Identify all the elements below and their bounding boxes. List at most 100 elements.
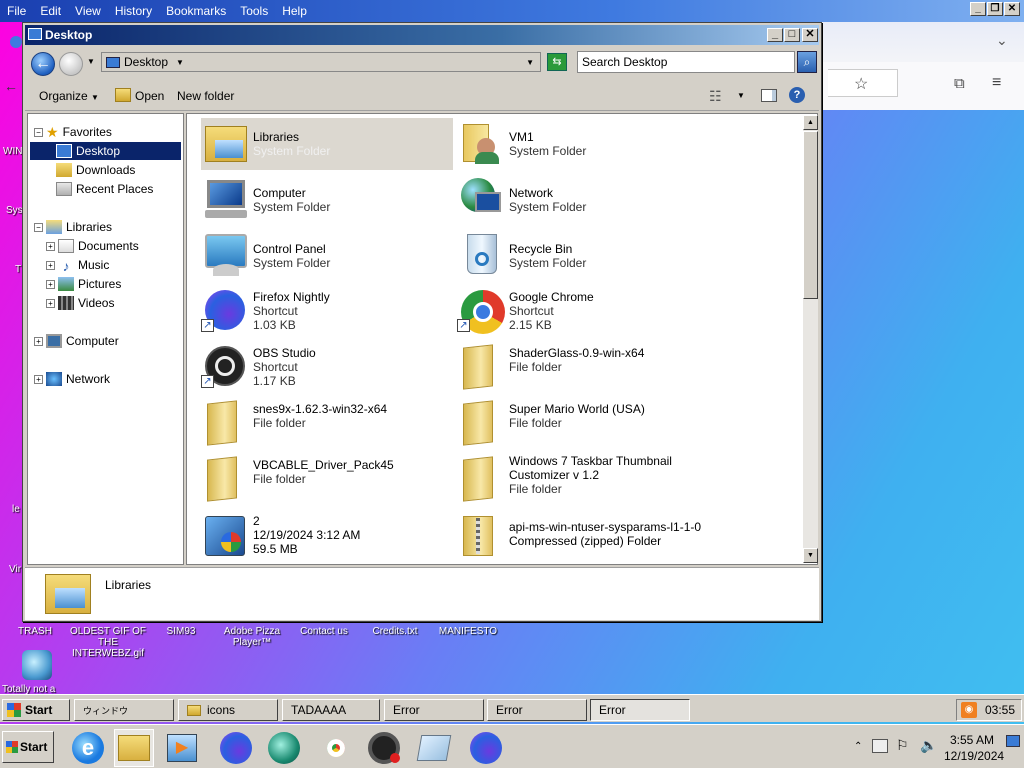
list-item-recycle-bin[interactable]: Recycle Bin System Folder [457,230,709,282]
minimize-icon[interactable]: _ [970,2,986,16]
list-item-vm1[interactable]: VM1 System Folder [457,118,709,170]
show-desktop-icon[interactable] [1006,735,1020,747]
flag-icon[interactable]: ⚐ [896,737,909,754]
list-item-win7-taskbar-customizer[interactable]: Windows 7 Taskbar Thumbnail Customizer v … [457,454,709,506]
chevron-down-icon[interactable]: ▼ [176,58,184,67]
list-item-computer[interactable]: Computer System Folder [201,174,453,226]
back-arrow-icon[interactable]: ← [31,52,55,76]
star-icon[interactable]: ☆ [854,74,868,94]
scrollbar-thumb[interactable] [803,131,818,299]
desktop-icon-pizza-player[interactable]: Adobe Pizza Player™ [214,626,290,648]
collapse-icon[interactable]: − [34,222,43,232]
desktop-icon-gif[interactable]: OLDEST GIF OF THE INTERWEBZ.gif [70,626,146,659]
taskbar-button[interactable]: Error [487,699,587,721]
taskbar-app-notes[interactable] [414,729,454,767]
nav-item-music[interactable]: + ♪ Music [46,256,109,274]
menu-view[interactable]: View [68,0,108,22]
hamburger-menu-icon[interactable]: ≡ [992,74,1001,92]
desktop-icon-sim93[interactable]: SIM93 [156,626,206,637]
desktop-icon-manifesto[interactable]: MANIFESTO [432,626,504,637]
minimize-icon[interactable]: _ [767,28,783,42]
start-button[interactable]: Start [2,731,54,763]
new-folder-button[interactable]: New folder [177,89,234,103]
menu-help[interactable]: Help [275,0,314,22]
help-icon[interactable]: ? [789,87,805,103]
taskbar-app-chat[interactable] [264,729,304,767]
nav-item-pictures[interactable]: + Pictures [46,275,121,293]
organize-button[interactable]: Organize ▼ [39,89,99,103]
taskbar-button[interactable]: Error [384,699,484,721]
clock-date[interactable]: 12/19/2024 [944,749,1004,763]
list-item-control-panel[interactable]: Control Panel System Folder [201,230,453,282]
nav-item-network[interactable]: + Network [34,370,110,388]
preview-pane-icon[interactable] [761,89,777,102]
scroll-up-icon[interactable]: ▲ [803,115,818,130]
taskbar-button-active[interactable]: Error [590,699,690,721]
close-icon[interactable]: ✕ [1004,2,1020,16]
list-item-libraries[interactable]: Libraries System Folder [201,118,453,170]
maximize-icon[interactable]: □ [784,28,800,42]
taskbar-app-chrome[interactable] [316,729,356,767]
taskbar-app-media-player[interactable]: ▶ [162,729,202,767]
nav-item-computer[interactable]: + Computer [34,332,119,350]
desktop-icon-trash[interactable]: TRASH [10,626,60,637]
menu-bookmarks[interactable]: Bookmarks [159,0,233,22]
list-item-super-mario-world[interactable]: Super Mario World (USA) File folder [457,398,709,450]
window-title-bar[interactable]: Desktop _ □ ✕ [25,25,819,45]
vertical-scrollbar[interactable]: ▲ ▼ [803,115,818,563]
nav-favorites[interactable]: Favorites [63,125,112,139]
taskbar-button-icons[interactable]: icons [178,699,278,721]
address-bar[interactable]: Desktop ▼ ▼ [101,52,541,72]
nav-item-documents[interactable]: + Documents [46,237,139,255]
search-icon[interactable]: ⌕ [797,51,817,73]
rss-icon[interactable]: ◉ [961,702,977,718]
clock-time[interactable]: 3:55 AM [948,733,996,747]
nav-item-desktop[interactable]: Desktop [30,142,181,160]
back-arrow-icon[interactable]: ← [4,78,18,94]
list-item-installer-2[interactable]: 2 12/19/2024 3:12 AM 59.5 MB [201,510,453,562]
list-item-vbcable[interactable]: VBCABLE_Driver_Pack45 File folder [201,454,453,506]
search-input[interactable]: Search Desktop [577,51,795,73]
extensions-icon[interactable]: ⧉ [954,75,965,92]
taskbar-app-explorer[interactable] [114,729,154,767]
taskbar-button[interactable]: ウィンドウ [74,699,174,721]
menu-edit[interactable]: Edit [33,0,68,22]
desktop-icon-contact[interactable]: Contact us [292,626,356,637]
menu-tools[interactable]: Tools [233,0,275,22]
list-item-google-chrome[interactable]: ↗ Google Chrome Shortcut 2.15 KB [457,286,709,338]
close-icon[interactable]: ✕ [802,28,818,42]
list-item-network[interactable]: Network System Folder [457,174,709,226]
network-tray-icon[interactable] [872,739,888,753]
forward-arrow-icon[interactable] [59,52,83,76]
chevron-down-icon[interactable]: ▼ [737,91,745,100]
chevron-down-icon[interactable]: ⌄ [996,32,1008,49]
open-button[interactable]: Open [135,89,164,103]
nav-item-downloads[interactable]: Downloads [56,161,135,179]
address-dropdown-icon[interactable]: ▼ [526,58,534,67]
volume-icon[interactable]: 🔈 [920,737,937,754]
history-dropdown-icon[interactable]: ▼ [87,57,95,66]
refresh-icon[interactable]: ⇆ [547,53,567,71]
collapse-icon[interactable]: − [34,127,43,137]
taskbar-app-internet-explorer[interactable]: e [68,729,108,767]
show-hidden-icons-icon[interactable]: ⌃ [854,741,862,752]
list-item-firefox-nightly[interactable]: ↗ Firefox Nightly Shortcut 1.03 KB [201,286,453,338]
list-item-obs-studio[interactable]: ↗ OBS Studio Shortcut 1.17 KB [201,342,453,394]
taskbar-app-obs[interactable] [364,729,404,767]
scroll-down-icon[interactable]: ▼ [803,548,818,563]
list-item-snes9x[interactable]: snes9x-1.62.3-win32-x64 File folder [201,398,453,450]
nav-item-videos[interactable]: + Videos [46,294,114,312]
menu-file[interactable]: File [0,0,33,22]
restore-icon[interactable]: ❐ [987,2,1003,16]
list-item-shaderglass[interactable]: ShaderGlass-0.9-win-x64 File folder [457,342,709,394]
nav-libraries[interactable]: Libraries [66,220,112,234]
view-options-icon[interactable]: ☷ [709,88,722,105]
nav-item-recent-places[interactable]: Recent Places [56,180,153,198]
list-item-api-ms-win-zip[interactable]: api-ms-win-ntuser-sysparams-l1-1-0 Compre… [457,510,709,562]
dolphin-icon[interactable] [22,650,52,680]
taskbar-button[interactable]: TADAAAA [282,699,380,721]
taskbar-app-firefox[interactable] [216,729,256,767]
start-button[interactable]: Start [2,699,70,721]
desktop-icon-credits[interactable]: Credits.txt [362,626,428,637]
menu-history[interactable]: History [108,0,159,22]
